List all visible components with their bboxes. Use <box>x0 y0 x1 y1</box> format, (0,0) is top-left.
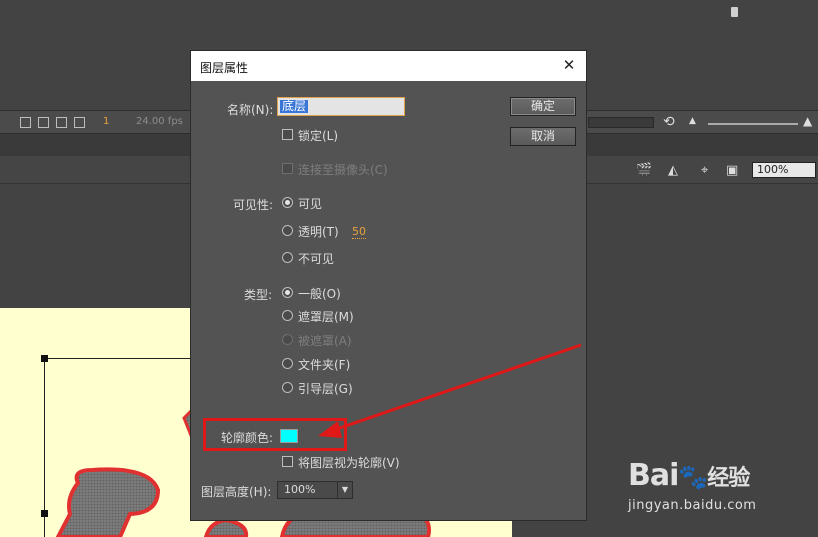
selection-handle[interactable] <box>41 355 48 362</box>
baidu-logo: Bai🐾经验 <box>628 458 750 493</box>
zoom-in-mountain-icon[interactable]: ▲ <box>803 114 812 128</box>
name-field[interactable]: 底层 <box>277 97 405 116</box>
lock-label: 锁定(L) <box>298 129 339 143</box>
visibility-label: 可见性: <box>233 198 274 212</box>
type-option: 遮罩层(M) <box>298 310 354 324</box>
selection-handle[interactable] <box>41 510 48 517</box>
cancel-button[interactable]: 取消 <box>510 127 576 146</box>
layer-height-select[interactable]: 100% ▼ <box>277 481 353 499</box>
name-label: 名称(N): <box>227 103 274 117</box>
visibility-option: 透明(T) <box>298 225 339 239</box>
timeline-zoom-knob[interactable] <box>731 7 738 17</box>
timeline-zoom-slider[interactable] <box>708 123 798 125</box>
view-as-outline-checkbox[interactable] <box>282 456 293 467</box>
watermark-url: jingyan.baidu.com <box>628 498 757 513</box>
lock-checkbox[interactable] <box>282 129 293 140</box>
clip-content-icon[interactable]: ▣ <box>726 163 738 178</box>
color-effect-icon[interactable]: ◭ <box>668 163 678 178</box>
visibility-visible-radio[interactable] <box>282 197 293 208</box>
type-label: 类型: <box>244 288 273 302</box>
baidu-watermark: Bai🐾经验 jingyan.baidu.com <box>628 458 808 518</box>
close-icon[interactable]: ✕ <box>560 56 578 74</box>
dialog-title: 图层属性 <box>200 61 249 75</box>
visibility-transparent-radio[interactable] <box>282 225 293 236</box>
ok-button[interactable]: 确定 <box>510 97 576 116</box>
frame-number[interactable]: 1 <box>103 116 109 127</box>
onion-outline-icon[interactable] <box>38 117 49 128</box>
type-guide-radio[interactable] <box>282 382 293 393</box>
type-option: 一般(O) <box>298 287 341 301</box>
timeline-scrollbar[interactable] <box>588 117 654 128</box>
transparency-value[interactable]: 50 <box>352 226 366 239</box>
loop-icon[interactable]: ⟲ <box>663 114 675 130</box>
frame-rate[interactable]: 24.00 fps <box>136 116 183 127</box>
selection-edge-top <box>44 358 190 359</box>
annotation-highlight-box <box>203 418 347 451</box>
shape-blob-left <box>55 467 161 537</box>
type-option: 被遮罩(A) <box>298 334 352 348</box>
chevron-down-icon[interactable]: ▼ <box>337 482 352 498</box>
shape-blob-bottom <box>203 517 249 537</box>
modify-markers-icon[interactable] <box>74 117 85 128</box>
view-as-outline-label: 将图层视为轮廓(V) <box>298 456 400 470</box>
type-mask-radio[interactable] <box>282 310 293 321</box>
edit-frames-icon[interactable] <box>56 117 67 128</box>
type-normal-radio[interactable] <box>282 287 293 298</box>
type-option: 文件夹(F) <box>298 358 351 372</box>
onion-skin-icon[interactable] <box>20 117 31 128</box>
camera-checkbox <box>282 163 293 174</box>
layer-height-label: 图层高度(H): <box>201 485 272 499</box>
type-masked-radio <box>282 334 293 345</box>
type-option: 引导层(G) <box>298 382 353 396</box>
visibility-option: 不可见 <box>298 252 335 266</box>
center-stage-icon[interactable]: ⌖ <box>701 163 708 178</box>
visibility-hidden-radio[interactable] <box>282 252 293 263</box>
name-value: 底层 <box>280 99 309 113</box>
dialog-titlebar[interactable]: 图层属性 ✕ <box>191 51 586 81</box>
zoom-out-mountain-icon[interactable]: ▲ <box>689 116 696 126</box>
stage-zoom-field[interactable]: 100% <box>752 162 816 178</box>
camera-label: 连接至摄像头(C) <box>298 163 388 177</box>
visibility-option: 可见 <box>298 197 323 211</box>
type-folder-radio[interactable] <box>282 358 293 369</box>
clapper-icon[interactable]: 🎬 <box>636 163 652 178</box>
layer-height-value: 100% <box>284 483 316 496</box>
